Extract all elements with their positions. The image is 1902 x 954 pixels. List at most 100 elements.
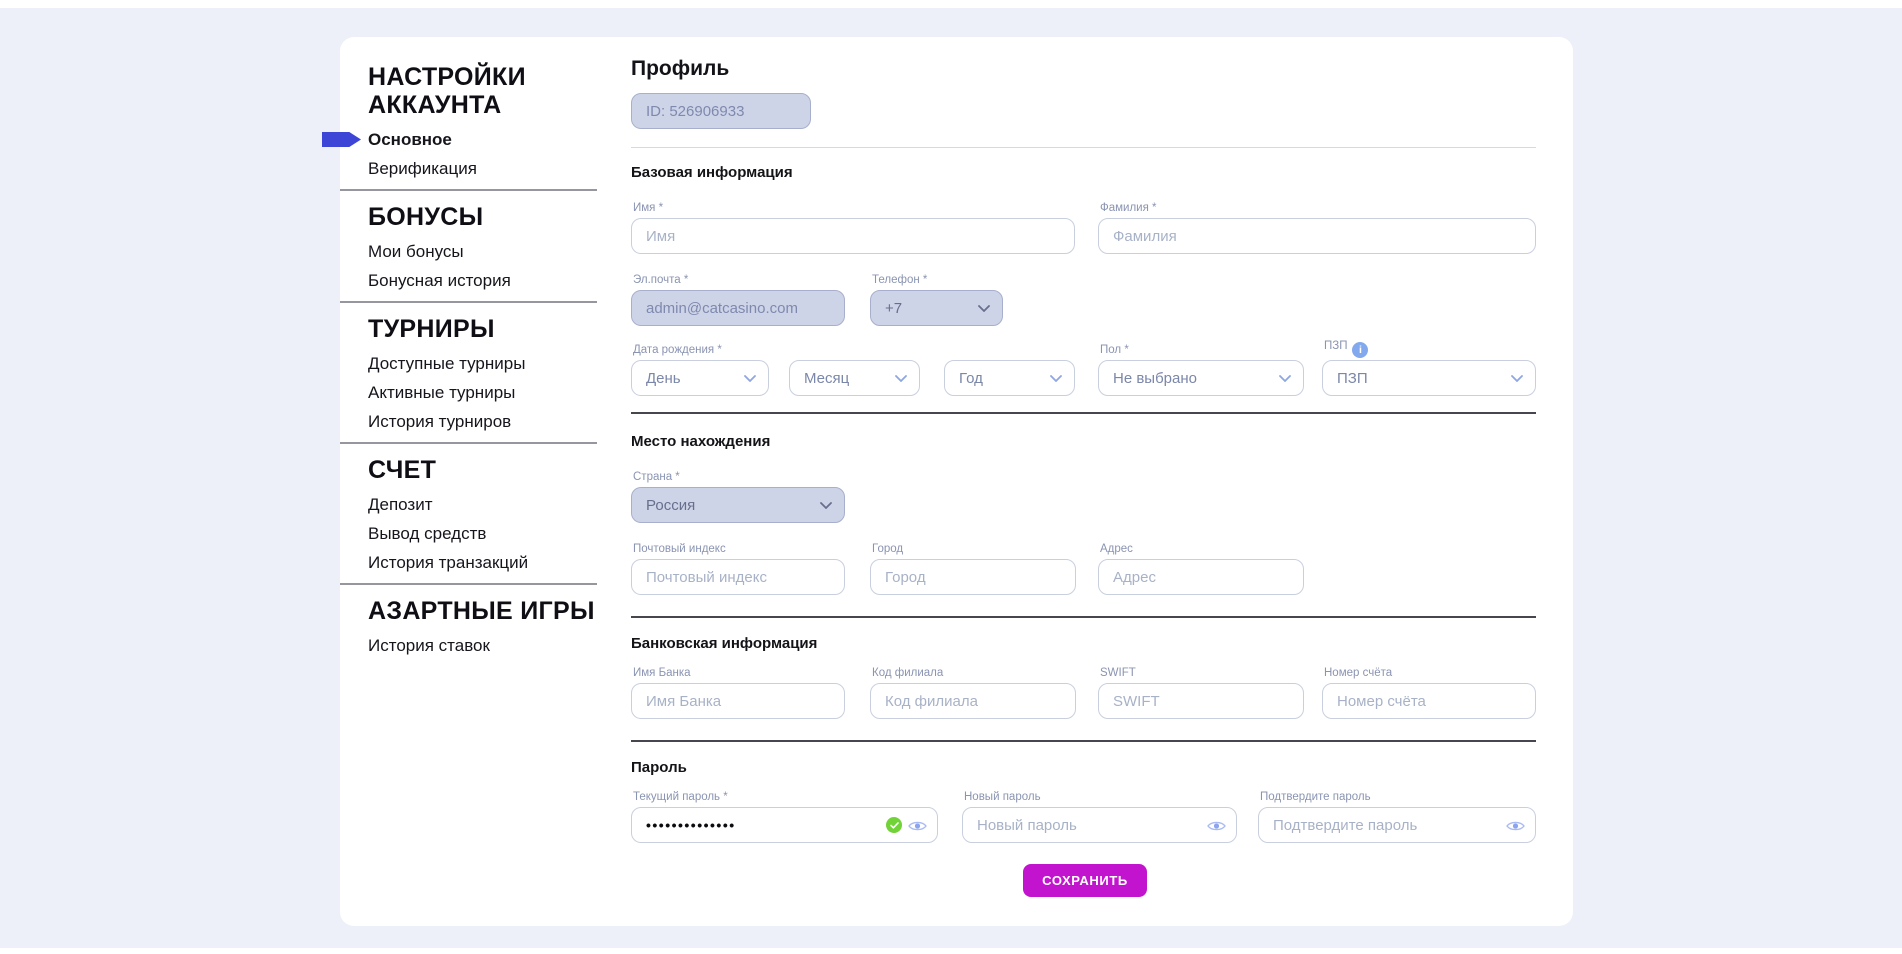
section-divider bbox=[631, 412, 1536, 414]
country-select: Россия bbox=[631, 487, 845, 523]
bank-info-header: Банковская информация bbox=[631, 635, 817, 652]
sidebar-item-active-tournaments[interactable]: Активные турниры bbox=[368, 384, 608, 401]
eye-icon[interactable] bbox=[1506, 819, 1525, 837]
phone-field: Телефон * +7 bbox=[870, 290, 1003, 326]
account-number-label: Номер счёта bbox=[1324, 667, 1392, 679]
first-name-label: Имя * bbox=[633, 202, 663, 214]
postal-code-input[interactable] bbox=[631, 559, 845, 595]
sidebar-item-my-bonuses[interactable]: Мои бонусы bbox=[368, 243, 608, 260]
gender-select[interactable]: Не выбрано bbox=[1098, 360, 1304, 396]
gender-field: Пол * Не выбрано bbox=[1098, 360, 1304, 396]
birth-day-value: День bbox=[646, 370, 681, 387]
account-number-input[interactable] bbox=[1322, 683, 1536, 719]
sidebar-item-main[interactable]: Основное bbox=[368, 131, 608, 148]
sidebar-item-verification[interactable]: Верификация bbox=[368, 160, 608, 177]
birth-month-value: Месяц bbox=[804, 370, 849, 387]
branch-code-label: Код филиала bbox=[872, 667, 943, 679]
sidebar-item-available-tournaments[interactable]: Доступные турниры bbox=[368, 355, 608, 372]
address-label: Адрес bbox=[1100, 543, 1133, 555]
gender-label: Пол * bbox=[1100, 344, 1129, 356]
page-title: Профиль bbox=[631, 57, 729, 81]
valid-check-icon bbox=[886, 817, 902, 833]
birth-month-select[interactable]: Месяц bbox=[789, 360, 920, 396]
bank-name-label: Имя Банка bbox=[633, 667, 691, 679]
sidebar-item-label: Бонусная история bbox=[368, 271, 511, 290]
bottom-strip bbox=[0, 948, 1902, 954]
sidebar-item-deposit[interactable]: Депозит bbox=[368, 496, 608, 513]
swift-label: SWIFT bbox=[1100, 667, 1136, 679]
sidebar-item-transaction-history[interactable]: История транзакций bbox=[368, 554, 608, 571]
email-label: Эл.почта * bbox=[633, 274, 688, 286]
birth-day-field: Дата рождения * День bbox=[631, 360, 769, 396]
first-name-input[interactable] bbox=[631, 218, 1075, 254]
last-name-label: Фамилия * bbox=[1100, 202, 1157, 214]
account-settings-page: { "colors": { "page_bg": "#edf0f8", "acc… bbox=[0, 0, 1902, 954]
phone-label: Телефон * bbox=[872, 274, 927, 286]
settings-card: НАСТРОЙКИ АККАУНТА Основное Верификация … bbox=[340, 37, 1573, 926]
sidebar-item-label: История ставок bbox=[368, 636, 490, 655]
sidebar-item-bonus-history[interactable]: Бонусная история bbox=[368, 272, 608, 289]
address-input[interactable] bbox=[1098, 559, 1304, 595]
location-header: Место нахождения bbox=[631, 433, 770, 450]
birth-year-value: Год bbox=[959, 370, 983, 387]
sidebar-item-label: Вывод средств bbox=[368, 524, 486, 543]
pzp-value: ПЗП bbox=[1337, 370, 1368, 387]
sidebar-item-label: Активные турниры bbox=[368, 383, 515, 402]
profile-form: Профиль Базовая информация Имя * Фамилия… bbox=[631, 37, 1536, 926]
city-input[interactable] bbox=[870, 559, 1076, 595]
phone-code-select: +7 bbox=[870, 290, 1003, 326]
settings-sidebar: НАСТРОЙКИ АККАУНТА Основное Верификация … bbox=[368, 51, 608, 666]
sidebar-divider bbox=[340, 189, 597, 191]
sidebar-divider bbox=[340, 301, 597, 303]
swift-field: SWIFT bbox=[1098, 683, 1304, 719]
chevron-down-icon bbox=[1511, 375, 1523, 382]
birth-month-field: Месяц bbox=[789, 360, 920, 396]
branch-code-field: Код филиала bbox=[870, 683, 1076, 719]
eye-icon[interactable] bbox=[908, 819, 927, 837]
bank-name-input[interactable] bbox=[631, 683, 845, 719]
save-button[interactable]: СОХРАНИТЬ bbox=[1023, 864, 1147, 897]
birth-year-select[interactable]: Год bbox=[944, 360, 1075, 396]
new-password-field: Новый пароль bbox=[962, 807, 1237, 843]
sidebar-item-label: История транзакций bbox=[368, 553, 528, 572]
last-name-input[interactable] bbox=[1098, 218, 1536, 254]
confirm-password-input[interactable] bbox=[1258, 807, 1536, 843]
confirm-password-field: Подтвердите пароль bbox=[1258, 807, 1536, 843]
section-divider bbox=[631, 147, 1536, 148]
bank-name-field: Имя Банка bbox=[631, 683, 845, 719]
active-item-arrow-icon bbox=[322, 132, 361, 147]
last-name-field: Фамилия * bbox=[1098, 218, 1536, 254]
top-strip bbox=[0, 0, 1902, 8]
profile-id-field-wrap bbox=[631, 93, 811, 129]
chevron-down-icon bbox=[1050, 375, 1062, 382]
sidebar-item-label: Верификация bbox=[368, 159, 477, 178]
birth-day-select[interactable]: День bbox=[631, 360, 769, 396]
birth-date-label: Дата рождения * bbox=[633, 344, 722, 356]
pzp-field: ПЗПi ПЗП bbox=[1322, 360, 1536, 396]
branch-code-input[interactable] bbox=[870, 683, 1076, 719]
profile-id-field bbox=[631, 93, 811, 129]
postal-code-label: Почтовый индекс bbox=[633, 543, 726, 555]
country-field: Страна * Россия bbox=[631, 487, 845, 523]
sidebar-item-label: Основное bbox=[368, 130, 452, 149]
current-password-field: Текущий пароль * bbox=[631, 807, 938, 843]
pzp-select[interactable]: ПЗП bbox=[1322, 360, 1536, 396]
sidebar-divider bbox=[340, 583, 597, 585]
first-name-field: Имя * bbox=[631, 218, 1075, 254]
chevron-down-icon bbox=[744, 375, 756, 382]
sidebar-item-tournament-history[interactable]: История турниров bbox=[368, 413, 608, 430]
sidebar-item-withdrawal[interactable]: Вывод средств bbox=[368, 525, 608, 542]
account-number-field: Номер счёта bbox=[1322, 683, 1536, 719]
info-icon[interactable]: i bbox=[1352, 342, 1368, 358]
chevron-down-icon bbox=[978, 305, 990, 312]
eye-icon[interactable] bbox=[1207, 819, 1226, 837]
sidebar-item-label: Мои бонусы bbox=[368, 242, 464, 261]
password-header: Пароль bbox=[631, 759, 687, 776]
swift-input[interactable] bbox=[1098, 683, 1304, 719]
sidebar-section-title-account: НАСТРОЙКИ АККАУНТА bbox=[368, 63, 608, 119]
sidebar-item-label: Депозит bbox=[368, 495, 433, 514]
new-password-input[interactable] bbox=[962, 807, 1237, 843]
postal-code-field: Почтовый индекс bbox=[631, 559, 845, 595]
sidebar-section-title-account-balance: СЧЕТ bbox=[368, 456, 608, 484]
sidebar-item-bet-history[interactable]: История ставок bbox=[368, 637, 608, 654]
